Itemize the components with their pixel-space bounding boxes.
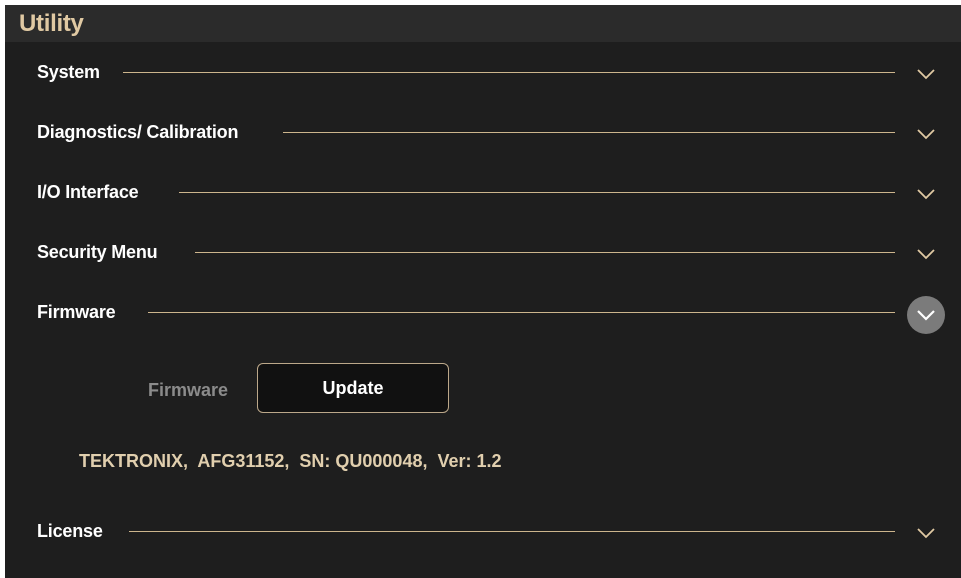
section-label-security-menu: Security Menu — [37, 242, 158, 262]
section-diagnostics-calibration[interactable]: Diagnostics/ Calibration — [5, 110, 961, 156]
chevron-down-icon[interactable] — [914, 62, 938, 86]
section-io-interface[interactable]: I/O Interface — [5, 170, 961, 216]
section-label-diagnostics: Diagnostics/ Calibration — [37, 122, 239, 142]
section-security-menu[interactable]: Security Menu — [5, 230, 961, 276]
chevron-down-icon[interactable] — [914, 182, 938, 206]
section-divider — [283, 132, 895, 133]
section-label-firmware: Firmware — [37, 302, 116, 322]
section-divider — [123, 72, 895, 73]
section-license[interactable]: License — [5, 509, 961, 555]
section-label-license: License — [37, 521, 103, 541]
update-firmware-button[interactable]: Update — [257, 363, 449, 413]
section-label-system: System — [37, 62, 100, 82]
header-bar: Utility — [5, 5, 961, 42]
utility-panel: Utility System Diagnostics/ Calibration … — [5, 5, 961, 578]
section-divider — [129, 531, 895, 532]
device-info-text: TEKTRONIX, AFG31152, SN: QU000048, Ver: … — [79, 451, 502, 471]
section-divider — [148, 312, 895, 313]
section-system[interactable]: System — [5, 50, 961, 96]
section-divider — [195, 252, 895, 253]
section-firmware[interactable]: Firmware — [5, 290, 961, 336]
page-title: Utility — [19, 10, 84, 37]
firmware-field-label: Firmware — [148, 380, 229, 400]
chevron-down-icon[interactable] — [914, 242, 938, 266]
section-label-io-interface: I/O Interface — [37, 182, 139, 202]
chevron-down-icon[interactable] — [914, 122, 938, 146]
section-divider — [179, 192, 895, 193]
chevron-down-icon[interactable] — [914, 521, 938, 545]
chevron-down-icon[interactable] — [907, 296, 945, 334]
